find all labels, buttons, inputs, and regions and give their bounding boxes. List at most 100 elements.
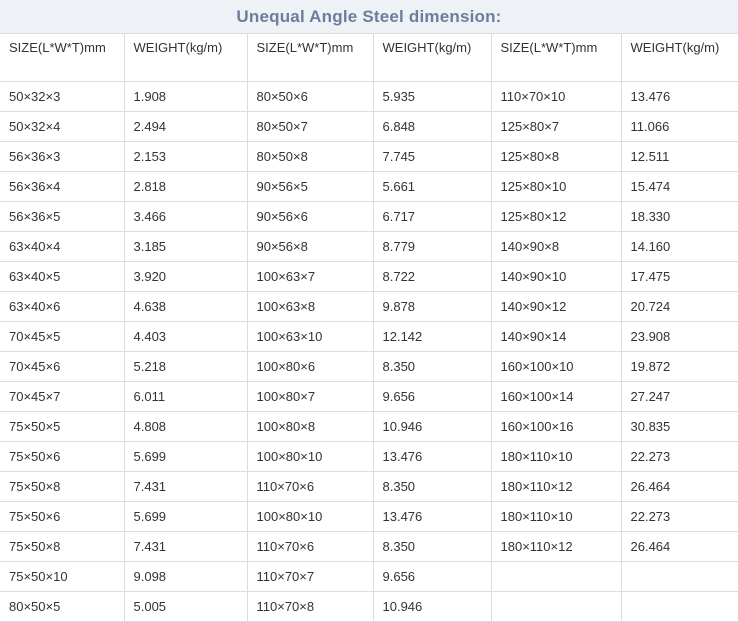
cell-size: 180×110×12 xyxy=(490,470,622,502)
table-row: 75×50×6 5.699 100×80×10 13.476 180×110×10 22.… xyxy=(0,500,738,532)
cell-size: 180×110×12 xyxy=(490,530,622,562)
cell-weight: 3.920 xyxy=(123,260,248,292)
table-row: 75×50×6 5.699 100×80×10 13.476 180×110×10 22.… xyxy=(0,440,738,472)
cell-size: 56×36×3 xyxy=(0,140,125,172)
cell-size: 50×32×3 xyxy=(0,80,125,112)
cell-weight: 9.098 xyxy=(123,560,248,592)
cell-weight: 13.476 xyxy=(372,500,492,532)
cell-size: 80×50×8 xyxy=(246,140,374,172)
cell-weight: 9.878 xyxy=(372,290,492,322)
cell-size: 70×45×5 xyxy=(0,320,125,352)
table-row: 50×32×3 1.908 80×50×6 5.935 110×70×10 13.476 xyxy=(0,80,738,112)
cell-weight: 8.350 xyxy=(372,530,492,562)
cell-weight: 2.153 xyxy=(123,140,248,172)
cell-size: 160×100×14 xyxy=(490,380,622,412)
cell-weight: 22.273 xyxy=(620,500,738,532)
cell-size: 75×50×6 xyxy=(0,440,125,472)
cell-weight: 11.066 xyxy=(620,110,738,142)
cell-weight: 10.946 xyxy=(372,590,492,622)
cell-size: 70×45×6 xyxy=(0,350,125,382)
cell-weight: 12.142 xyxy=(372,320,492,352)
cell-size: 125×80×7 xyxy=(490,110,622,142)
cell-weight: 9.656 xyxy=(372,380,492,412)
cell-size: 100×63×10 xyxy=(246,320,374,352)
cell-weight: 20.724 xyxy=(620,290,738,322)
cell-size: 63×40×5 xyxy=(0,260,125,292)
cell-weight: 30.835 xyxy=(620,410,738,442)
table-row: 56×36×4 2.818 90×56×5 5.661 125×80×10 15.474 xyxy=(0,170,738,202)
cell-weight: 5.005 xyxy=(123,590,248,622)
cell-weight: 17.475 xyxy=(620,260,738,292)
cell-size: 63×40×6 xyxy=(0,290,125,322)
unequal-angle-steel-table: SIZE(L*W*T)mm WEIGHT(kg/m) SIZE(L*W*T)mm… xyxy=(0,34,738,622)
table-body: 50×32×3 1.908 80×50×6 5.935 110×70×10 13.476 5… xyxy=(0,80,738,622)
cell-size: 75×50×5 xyxy=(0,410,125,442)
cell-weight xyxy=(620,590,738,622)
cell-size: 80×50×7 xyxy=(246,110,374,142)
cell-size: 180×110×10 xyxy=(490,440,622,472)
table-row: 80×50×5 5.005 110×70×8 10.946 xyxy=(0,590,738,622)
cell-size: 100×63×7 xyxy=(246,260,374,292)
cell-weight: 23.908 xyxy=(620,320,738,352)
cell-size: 110×70×6 xyxy=(246,470,374,502)
cell-size: 140×90×12 xyxy=(490,290,622,322)
cell-size: 90×56×5 xyxy=(246,170,374,202)
cell-weight: 3.466 xyxy=(123,200,248,232)
table-row: 75×50×10 9.098 110×70×7 9.656 xyxy=(0,560,738,592)
cell-weight: 7.431 xyxy=(123,530,248,562)
cell-size: 110×70×10 xyxy=(490,80,622,112)
cell-size: 100×80×10 xyxy=(246,500,374,532)
table-title: Unequal Angle Steel dimension: xyxy=(0,0,738,34)
cell-size: 75×50×10 xyxy=(0,560,125,592)
cell-weight: 6.011 xyxy=(123,380,248,412)
cell-size: 90×56×8 xyxy=(246,230,374,262)
cell-weight: 26.464 xyxy=(620,470,738,502)
table-row: 56×36×3 2.153 80×50×8 7.745 125×80×8 12.511 xyxy=(0,140,738,172)
cell-size: 100×80×7 xyxy=(246,380,374,412)
cell-weight: 5.935 xyxy=(372,80,492,112)
cell-weight: 12.511 xyxy=(620,140,738,172)
cell-weight: 18.330 xyxy=(620,200,738,232)
cell-size xyxy=(490,560,622,592)
cell-weight: 13.476 xyxy=(620,80,738,112)
cell-size: 100×80×6 xyxy=(246,350,374,382)
cell-size: 56×36×5 xyxy=(0,200,125,232)
header-weight-1: WEIGHT(kg/m) xyxy=(123,34,248,82)
cell-weight: 5.218 xyxy=(123,350,248,382)
cell-size: 125×80×12 xyxy=(490,200,622,232)
cell-size: 125×80×8 xyxy=(490,140,622,172)
cell-weight: 4.403 xyxy=(123,320,248,352)
cell-size: 70×45×7 xyxy=(0,380,125,412)
cell-weight: 7.431 xyxy=(123,470,248,502)
table-row: 70×45×7 6.011 100×80×7 9.656 160×100×14 27.24… xyxy=(0,380,738,412)
cell-weight: 19.872 xyxy=(620,350,738,382)
cell-size: 160×100×10 xyxy=(490,350,622,382)
table-row: 50×32×4 2.494 80×50×7 6.848 125×80×7 11.066 xyxy=(0,110,738,142)
cell-weight: 10.946 xyxy=(372,410,492,442)
cell-weight: 27.247 xyxy=(620,380,738,412)
cell-weight: 3.185 xyxy=(123,230,248,262)
cell-size: 75×50×8 xyxy=(0,470,125,502)
cell-weight: 5.699 xyxy=(123,500,248,532)
table-header-row: SIZE(L*W*T)mm WEIGHT(kg/m) SIZE(L*W*T)mm… xyxy=(0,34,738,82)
table-row: 63×40×5 3.920 100×63×7 8.722 140×90×10 17.475 xyxy=(0,260,738,292)
header-size-1: SIZE(L*W*T)mm xyxy=(0,34,125,82)
cell-size: 140×90×8 xyxy=(490,230,622,262)
cell-weight: 22.273 xyxy=(620,440,738,472)
cell-size: 75×50×6 xyxy=(0,500,125,532)
cell-size: 56×36×4 xyxy=(0,170,125,202)
cell-size: 140×90×10 xyxy=(490,260,622,292)
cell-weight: 2.494 xyxy=(123,110,248,142)
cell-weight: 6.717 xyxy=(372,200,492,232)
cell-weight: 13.476 xyxy=(372,440,492,472)
cell-weight: 9.656 xyxy=(372,560,492,592)
header-weight-3: WEIGHT(kg/m) xyxy=(620,34,738,82)
cell-weight: 26.464 xyxy=(620,530,738,562)
cell-weight: 6.848 xyxy=(372,110,492,142)
cell-size: 100×80×10 xyxy=(246,440,374,472)
cell-size: 125×80×10 xyxy=(490,170,622,202)
cell-weight: 2.818 xyxy=(123,170,248,202)
cell-size: 80×50×6 xyxy=(246,80,374,112)
cell-weight: 1.908 xyxy=(123,80,248,112)
cell-weight: 15.474 xyxy=(620,170,738,202)
